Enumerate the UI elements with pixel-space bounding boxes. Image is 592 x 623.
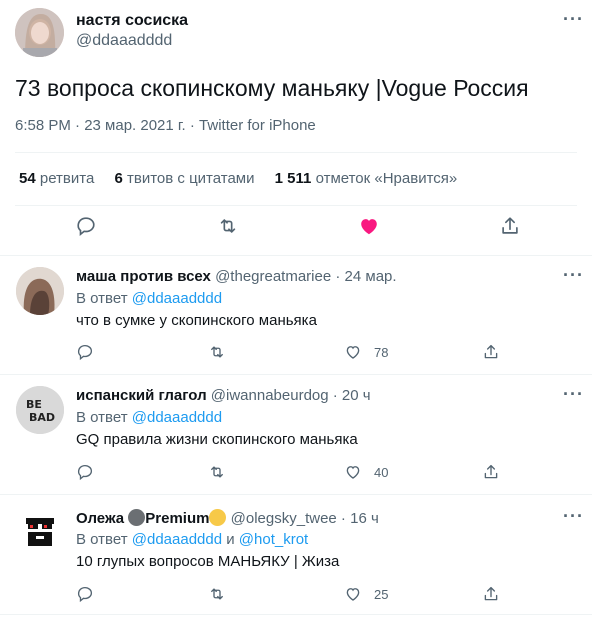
reply-header: маша против всех @thegreatmariee · 24 ма…: [76, 268, 397, 285]
reply-text: 10 глупых вопросов МАНЬЯКУ | Жиза: [76, 553, 340, 570]
svg-text:BAD: BAD: [29, 411, 55, 424]
like-count[interactable]: 1 511 отметок «Нравится»: [275, 170, 458, 187]
share-icon[interactable]: [482, 584, 500, 604]
heart-icon: [346, 466, 360, 479]
reply-header: Олежа Premium @olegsky_twee · 16 ч: [76, 509, 379, 527]
quote-count[interactable]: 6 твитов с цитатами: [114, 170, 254, 187]
reply-tweet[interactable]: маша против всех @thegreatmariee · 24 ма…: [0, 256, 592, 374]
tweet-actions: [0, 214, 592, 244]
retweet-count[interactable]: 54 ретвита: [19, 170, 94, 187]
share-icon[interactable]: [482, 342, 500, 362]
in-reply-to: В ответ @ddaaadddd: [76, 409, 223, 426]
more-options-icon[interactable]: ···: [563, 385, 584, 403]
svg-text:BE: BE: [26, 398, 42, 411]
more-options-icon[interactable]: ···: [563, 10, 584, 28]
tweet-stats: 54 ретвита 6 твитов с цитатами 1 511 отм…: [19, 170, 473, 187]
divider: [15, 205, 577, 206]
like-count: 78: [374, 344, 389, 360]
avatar[interactable]: [15, 8, 64, 57]
author-handle[interactable]: @ddaaadddd: [76, 32, 172, 50]
reply-tweet[interactable]: BE BAD испанский глагол @iwannabeurdog ·…: [0, 375, 592, 493]
heart-icon: [346, 346, 360, 359]
author-name[interactable]: настя сосиска: [76, 12, 188, 30]
reply-handle-time[interactable]: @iwannabeurdog · 20 ч: [211, 387, 371, 404]
reply-icon[interactable]: [76, 462, 94, 482]
like-button[interactable]: 78: [344, 342, 388, 362]
like-icon-filled[interactable]: [357, 214, 381, 238]
reply-actions: 78: [0, 342, 592, 362]
globe-emoji-icon: [128, 509, 146, 526]
avatar[interactable]: [16, 506, 64, 554]
reply-icon[interactable]: [76, 342, 94, 362]
in-reply-to: В ответ @ddaaadddd: [76, 290, 223, 307]
heart-icon: [346, 588, 360, 601]
reply-icon[interactable]: [74, 214, 98, 238]
more-options-icon[interactable]: ···: [563, 507, 584, 525]
reply-actions: 40: [0, 462, 592, 482]
divider: [0, 614, 592, 615]
avatar[interactable]: [16, 267, 64, 315]
reply-tweet[interactable]: Олежа Premium @olegsky_twee · 16 ч ··· В…: [0, 495, 592, 613]
reply-header: испанский глагол @iwannabeurdog · 20 ч: [76, 387, 371, 404]
tweet-meta[interactable]: 6:58 PM · 23 мар. 2021 г. · Twitter for …: [15, 117, 316, 134]
share-icon[interactable]: [498, 214, 522, 238]
retweet-icon[interactable]: [208, 342, 226, 362]
mention-link[interactable]: @ddaaadddd: [132, 531, 222, 548]
like-count: 40: [374, 464, 389, 480]
in-reply-to: В ответ @ddaaadddd и @hot_krot: [76, 531, 309, 548]
reply-handle-time[interactable]: @thegreatmariee · 24 мар.: [215, 268, 396, 285]
like-button[interactable]: 40: [344, 462, 388, 482]
reply-author-name[interactable]: испанский глагол: [76, 387, 207, 404]
smiley-emoji-icon: [209, 509, 227, 526]
mention-link[interactable]: @hot_krot: [239, 531, 308, 548]
like-button[interactable]: 25: [344, 584, 388, 604]
more-options-icon[interactable]: ···: [563, 266, 584, 284]
retweet-icon[interactable]: [208, 584, 226, 604]
mention-link[interactable]: @ddaaadddd: [132, 290, 222, 307]
divider: [15, 152, 577, 153]
reply-actions: 25: [0, 584, 592, 604]
reply-author-name[interactable]: маша против всех: [76, 268, 211, 285]
mention-link[interactable]: @ddaaadddd: [132, 409, 222, 426]
reply-text: что в сумке у скопинского маньяка: [76, 312, 317, 329]
retweet-icon[interactable]: [208, 462, 226, 482]
reply-author-name[interactable]: Олежа Premium: [76, 509, 227, 527]
share-icon[interactable]: [482, 462, 500, 482]
avatar[interactable]: BE BAD: [16, 386, 64, 434]
reply-icon[interactable]: [76, 584, 94, 604]
like-count: 25: [374, 586, 389, 602]
reply-handle-time[interactable]: @olegsky_twee · 16 ч: [231, 510, 379, 527]
reply-text: GQ правила жизни скопинского маньяка: [76, 431, 358, 448]
tweet-text: 73 вопроса скопинскому маньяку |Vogue Ро…: [15, 75, 529, 101]
retweet-icon[interactable]: [216, 214, 240, 238]
